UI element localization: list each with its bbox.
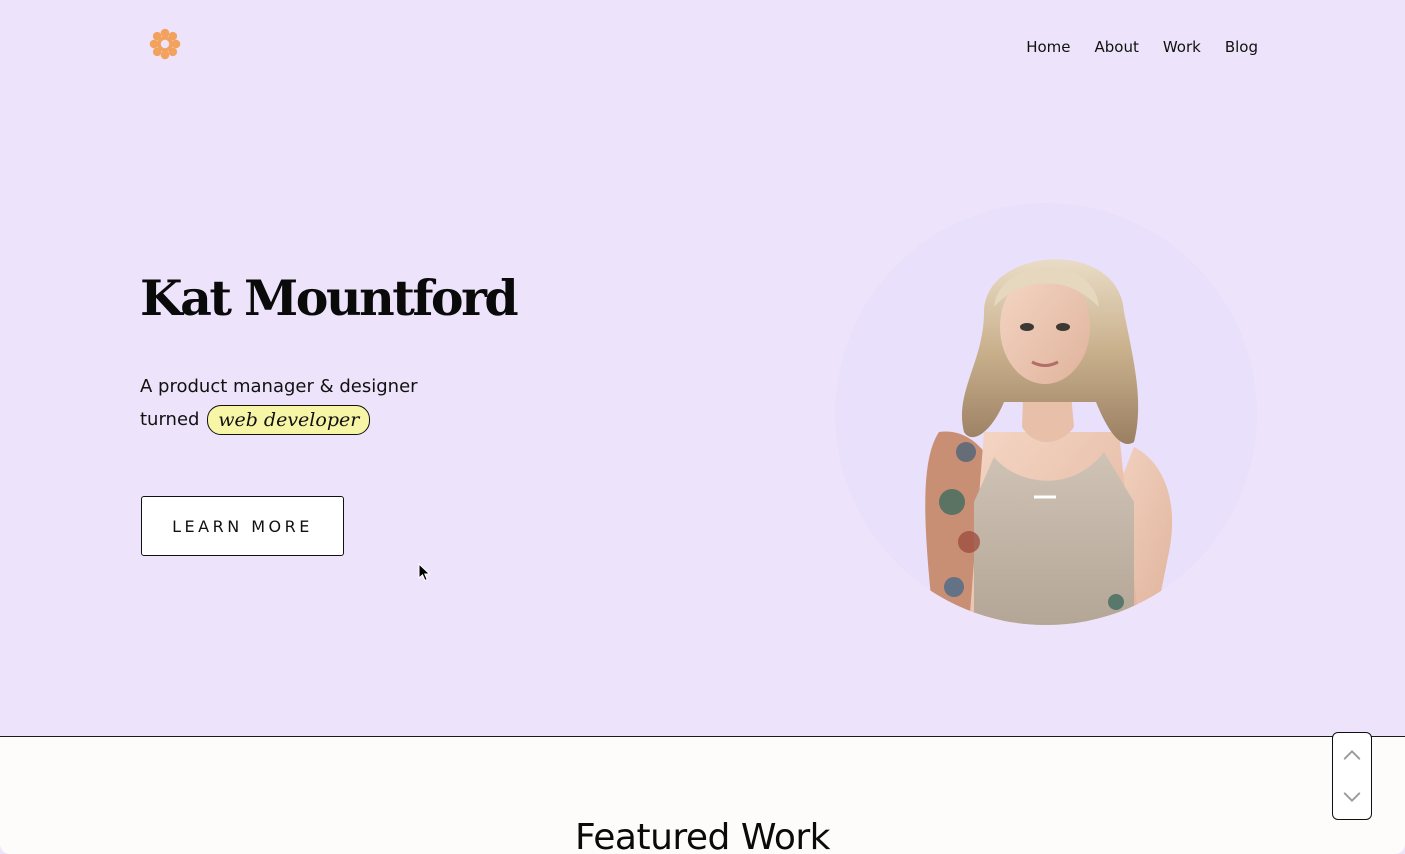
chevron-up-icon[interactable]: [1333, 735, 1371, 775]
nav-about-link[interactable]: About: [1094, 38, 1138, 56]
web-developer-badge: web developer: [207, 405, 371, 435]
tagline-line-1: A product manager & designer: [140, 376, 418, 397]
flower-icon[interactable]: [149, 28, 181, 60]
scroll-control: [1332, 732, 1372, 820]
page: Home About Work Blog Kat Mountford A pro…: [0, 0, 1405, 854]
chevron-down-icon[interactable]: [1333, 777, 1371, 817]
hero-tagline: A product manager & designer turned web …: [140, 370, 500, 436]
main-nav: Home About Work Blog: [1026, 38, 1258, 56]
mouse-cursor-icon: [418, 562, 432, 583]
profile-photo: [834, 202, 1258, 626]
nav-work-link[interactable]: Work: [1163, 38, 1201, 56]
hero-section: Home About Work Blog Kat Mountford A pro…: [0, 0, 1405, 737]
learn-more-button[interactable]: LEARN MORE: [141, 496, 344, 556]
hero-title: Kat Mountford: [140, 269, 519, 327]
tagline-line-2: turned web developer: [140, 403, 500, 436]
featured-work-heading: Featured Work: [575, 817, 831, 854]
nav-home-link[interactable]: Home: [1026, 38, 1070, 56]
nav-blog-link[interactable]: Blog: [1225, 38, 1258, 56]
tagline-turned: turned: [140, 409, 200, 430]
